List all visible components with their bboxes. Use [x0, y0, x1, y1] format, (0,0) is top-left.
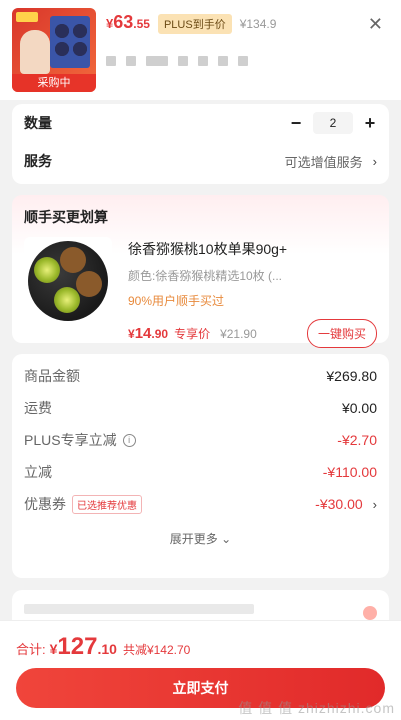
quantity-row: 数量 − 2 + — [24, 104, 377, 142]
combo-price: ¥ 14 .90 专享价 ¥21.90 — [128, 325, 257, 342]
coupon-selector[interactable]: -¥30.00 › — [315, 496, 377, 512]
combo-product-name[interactable]: 徐香猕猴桃10枚单果90g+ — [128, 239, 377, 259]
combo-price-currency: ¥ — [128, 327, 135, 341]
shipping-value: ¥0.00 — [341, 400, 377, 416]
total-decimal: .10 — [97, 641, 117, 657]
kiwi-product-image[interactable] — [24, 237, 112, 325]
quantity-label: 数量 — [24, 115, 52, 131]
total-saving: 共减¥142.70 — [122, 643, 191, 657]
plus-discount-text: PLUS专享立减 — [24, 432, 117, 448]
summary-row-shipping: 运费 ¥0.00 — [24, 392, 377, 424]
combo-price-decimal: .90 — [151, 327, 169, 341]
total-line: 合计: ¥ 127 .10 共减¥142.70 — [16, 633, 385, 661]
quantity-value[interactable]: 2 — [313, 112, 353, 134]
combo-product-variant: 颜色:徐香猕猴桃精选10枚 (... — [128, 269, 283, 283]
goods-amount-value: ¥269.80 — [326, 368, 377, 384]
product-thumbnail[interactable]: 采购中 — [12, 8, 96, 92]
plus-discount-value: -¥2.70 — [337, 432, 377, 448]
coupon-label: 优惠券 已选推荐优惠 — [24, 494, 142, 514]
summary-row-goods: 商品金额 ¥269.80 — [24, 360, 377, 392]
combo-title: 顺手买更划算 — [24, 209, 108, 225]
product-status-badge: 采购中 — [12, 74, 96, 92]
combo-recommend-card: 顺手买更划算 徐香猕猴桃10枚单果90g+ 颜色:徐香猕猴桃精选10枚 (...… — [12, 195, 389, 348]
quantity-service-card: 数量 − 2 + 服务 可选增值服务 › — [12, 104, 389, 184]
quantity-stepper: − 2 + — [289, 112, 377, 134]
order-summary-card: 商品金额 ¥269.80 运费 ¥0.00 PLUS专享立减 i -¥2.70 … — [12, 354, 389, 578]
brand-logo — [16, 12, 38, 22]
coupon-value: -¥30.00 — [315, 496, 363, 512]
minus-button[interactable]: − — [289, 113, 303, 134]
combo-price-integer: 14 — [134, 325, 152, 342]
blurred-spec-text — [106, 56, 389, 66]
coupon-tag: 已选推荐优惠 — [72, 494, 142, 514]
price-currency: ¥ — [106, 16, 114, 31]
product-price-info: ¥ 63 .55 PLUS到手价 ¥134.9 — [106, 8, 389, 92]
total-label: 合计: — [16, 642, 46, 657]
summary-row-plus-discount: PLUS专享立减 i -¥2.70 — [24, 424, 377, 456]
combo-original-price: ¥21.90 — [220, 327, 257, 341]
product-image-package — [50, 16, 90, 68]
service-selector[interactable]: 可选增值服务 › — [285, 152, 377, 171]
chevron-right-icon: › — [372, 496, 377, 512]
summary-row-coupon[interactable]: 优惠券 已选推荐优惠 -¥30.00 › — [24, 488, 377, 520]
radio-indicator[interactable] — [363, 606, 377, 620]
product-header: 采购中 ¥ 63 .55 PLUS到手价 ¥134.9 ✕ — [0, 0, 401, 100]
payment-method-text-placeholder — [24, 604, 254, 614]
combo-product-info: 徐香猕猴桃10枚单果90g+ 颜色:徐香猕猴桃精选10枚 (... 90%用户顺… — [128, 237, 377, 348]
price-decimal: .55 — [133, 17, 150, 31]
plus-button[interactable]: + — [363, 113, 377, 134]
service-label: 服务 — [24, 153, 52, 169]
total-currency: ¥ — [49, 641, 58, 657]
site-watermark: 值 值 值 zhizhizhi.com — [238, 700, 395, 716]
instant-discount-label: 立减 — [24, 464, 52, 480]
plus-price-tag: PLUS到手价 — [157, 14, 232, 34]
service-row[interactable]: 服务 可选增值服务 › — [24, 142, 377, 180]
plus-discount-label: PLUS专享立减 i — [24, 430, 136, 450]
original-price: ¥134.9 — [239, 17, 277, 31]
shipping-label: 运费 — [24, 400, 52, 416]
combo-price-label: 专享价 — [174, 327, 211, 341]
one-click-buy-button[interactable]: 一键购买 — [306, 319, 377, 348]
price-integer: 63 — [113, 12, 134, 32]
expand-more-button[interactable]: 展开更多 ⌄ — [24, 530, 377, 547]
chevron-right-icon: › — [372, 153, 377, 169]
combo-product: 徐香猕猴桃10枚单果90g+ 颜色:徐香猕猴桃精选10枚 (... 90%用户顺… — [24, 237, 377, 348]
summary-row-instant-discount: 立减 -¥110.00 — [24, 456, 377, 488]
product-image-person — [20, 30, 50, 74]
total-integer: 127 — [57, 633, 98, 660]
goods-amount-label: 商品金额 — [24, 368, 80, 384]
close-icon[interactable]: ✕ — [368, 14, 383, 35]
info-icon[interactable]: i — [122, 433, 136, 447]
combo-price-row: ¥ 14 .90 专享价 ¥21.90 一键购买 — [128, 319, 377, 348]
coupon-text: 优惠券 — [24, 496, 66, 512]
service-value: 可选增值服务 — [284, 154, 363, 170]
instant-discount-value: -¥110.00 — [322, 464, 377, 480]
combo-purchase-rate: 90%用户顺手买过 — [128, 294, 225, 308]
price-line: ¥ 63 .55 PLUS到手价 ¥134.9 — [106, 12, 389, 34]
checkout-footer: 合计: ¥ 127 .10 共减¥142.70 立即支付 值 值 值 zhizh… — [0, 620, 401, 720]
